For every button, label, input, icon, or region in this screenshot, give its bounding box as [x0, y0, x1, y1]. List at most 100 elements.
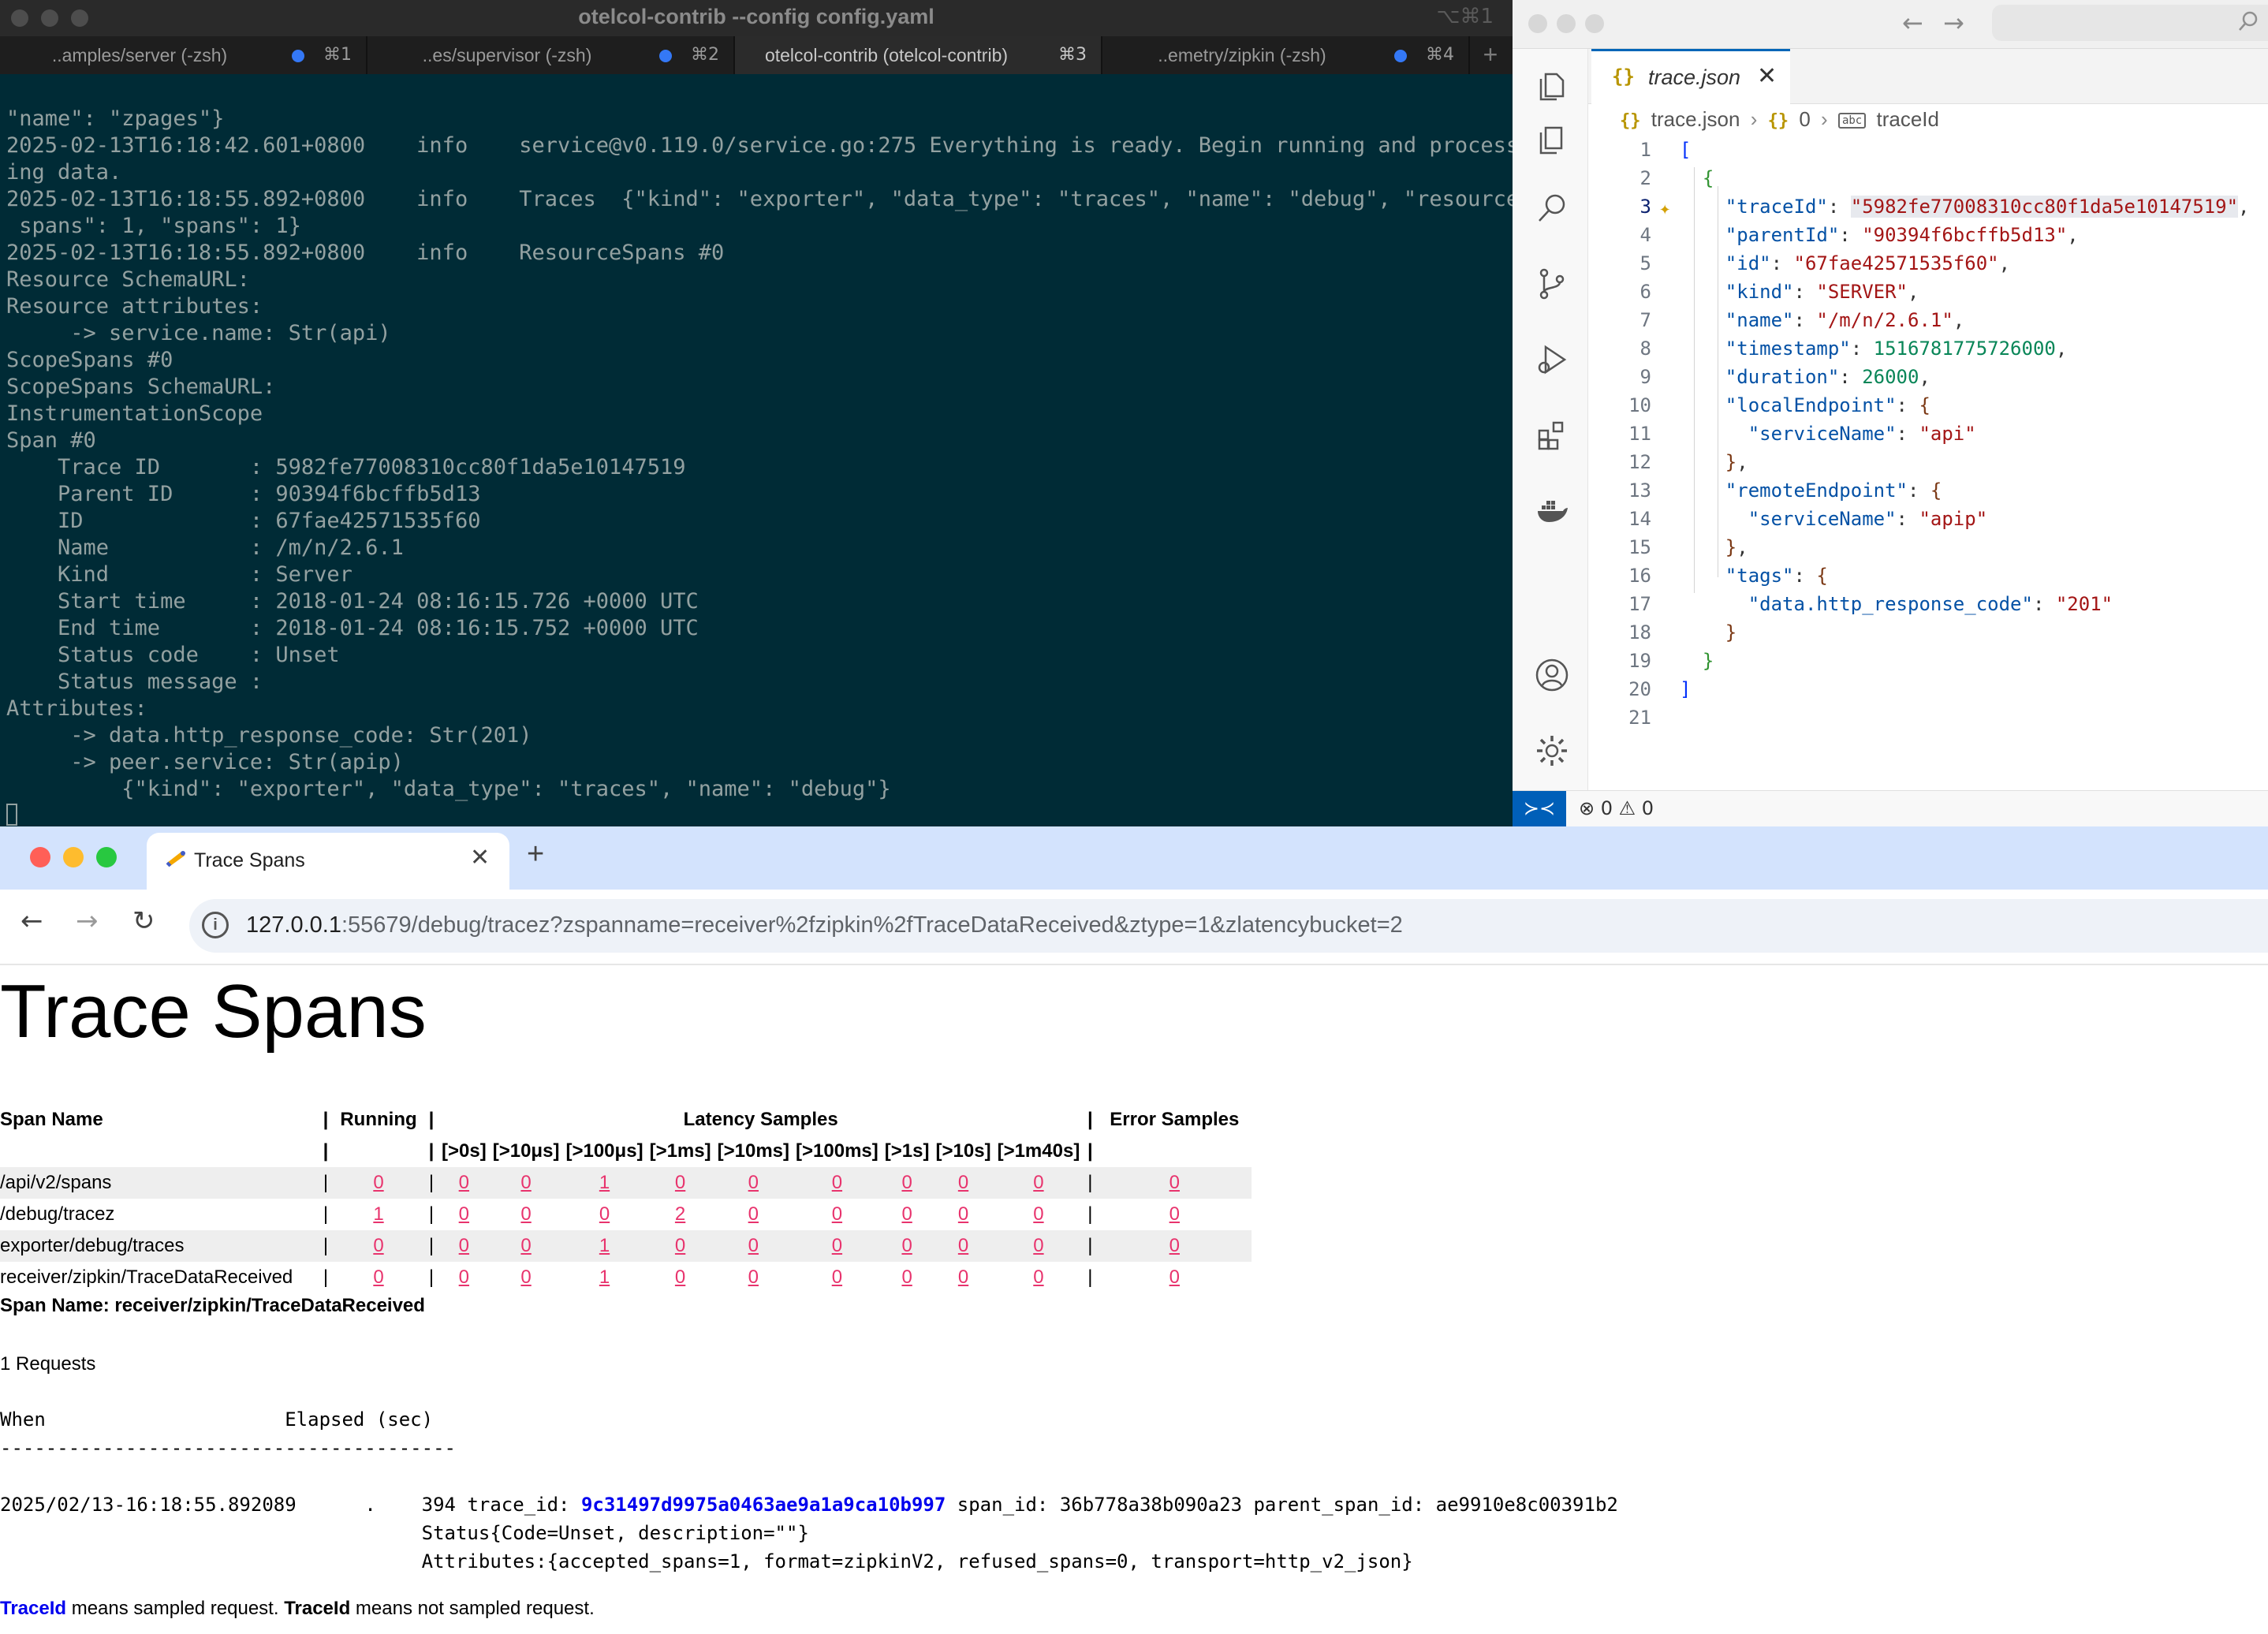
- extensions-icon[interactable]: [1535, 418, 1569, 453]
- latency-count-link[interactable]: 0: [748, 1203, 759, 1225]
- latency-count-link[interactable]: 0: [520, 1267, 531, 1288]
- terminal-tab-2[interactable]: ..es/supervisor (-zsh) ⌘2: [367, 36, 735, 74]
- span-name-cell: exporter/debug/traces: [0, 1230, 319, 1262]
- gear-icon[interactable]: [1535, 733, 1569, 768]
- editor-tab-bar: {} trace.json ✕: [1588, 49, 2268, 104]
- latency-count-link[interactable]: 1: [599, 1172, 610, 1193]
- latency-count-link[interactable]: 1: [599, 1235, 610, 1256]
- latency-count-link[interactable]: 0: [832, 1235, 842, 1256]
- latency-count-link[interactable]: 0: [459, 1203, 469, 1225]
- latency-count-link[interactable]: 0: [958, 1203, 968, 1225]
- col-elapsed: Elapsed (sec): [285, 1408, 434, 1431]
- latency-count-link[interactable]: 0: [832, 1267, 842, 1288]
- zoom-window-button[interactable]: [96, 847, 117, 867]
- zoom-window-button[interactable]: [1585, 14, 1604, 33]
- account-icon[interactable]: [1535, 658, 1569, 692]
- browser-window[interactable]: Trace Spans ✕ + ← → ↻ i 127.0.0.1:55679/…: [0, 826, 2268, 1634]
- breadcrumb-file[interactable]: trace.json: [1651, 107, 1740, 131]
- latency-count-link[interactable]: 0: [520, 1235, 531, 1256]
- latency-count-link[interactable]: 1: [599, 1267, 610, 1288]
- code-editor[interactable]: 1 [ 2 { 3 ✦ "traceId": "5982fe77008310cc80…: [1588, 139, 2268, 790]
- editor-tab-trace-json[interactable]: {} trace.json ✕: [1591, 49, 1790, 104]
- latency-count-link[interactable]: 0: [459, 1267, 469, 1288]
- reload-icon[interactable]: ↻: [132, 905, 155, 937]
- problems-indicator[interactable]: ⊗ 0 ⚠ 0: [1579, 797, 1654, 819]
- latency-count-link[interactable]: 0: [901, 1203, 912, 1225]
- latency-count-link[interactable]: 0: [599, 1203, 610, 1225]
- line-number: 15: [1628, 536, 1651, 558]
- latency-count-link[interactable]: 0: [1033, 1172, 1043, 1193]
- back-arrow-icon[interactable]: ←: [1902, 8, 1923, 38]
- docker-icon[interactable]: [1535, 494, 1569, 528]
- new-tab-plus-icon[interactable]: +: [527, 838, 544, 871]
- latency-count-link[interactable]: 0: [958, 1172, 968, 1193]
- error-count-link[interactable]: 0: [1169, 1172, 1180, 1193]
- source-control-icon[interactable]: [1535, 267, 1569, 301]
- latency-count-link[interactable]: 0: [748, 1267, 759, 1288]
- latency-count-link[interactable]: 0: [675, 1267, 685, 1288]
- close-window-button[interactable]: [1528, 14, 1547, 33]
- terminal-line: Parent ID : 90394f6bcffb5d13: [6, 482, 481, 506]
- copy-files-icon[interactable]: [1535, 123, 1569, 158]
- latency-count-link[interactable]: 0: [675, 1172, 685, 1193]
- latency-count-link[interactable]: 0: [748, 1172, 759, 1193]
- latency-count-link[interactable]: 0: [1033, 1203, 1043, 1225]
- latency-count-link[interactable]: 2: [675, 1203, 685, 1225]
- terminal-tab-3[interactable]: otelcol-contrib (otelcol-contrib) ⌘3: [735, 36, 1102, 74]
- error-count-link[interactable]: 0: [1169, 1203, 1180, 1225]
- site-info-icon[interactable]: i: [202, 912, 229, 938]
- running-count-link[interactable]: 0: [373, 1267, 383, 1288]
- new-tab-plus-icon[interactable]: +: [1470, 36, 1511, 74]
- terminal-tab-label: otelcol-contrib (otelcol-contrib): [764, 45, 1009, 65]
- terminal-window[interactable]: otelcol-contrib --config config.yaml ⌥⌘1…: [0, 0, 1513, 826]
- browser-tab-trace-spans[interactable]: Trace Spans ✕: [147, 833, 509, 890]
- copilot-sparkle-icon[interactable]: ✦: [1659, 197, 1670, 219]
- error-count-link[interactable]: 0: [1169, 1235, 1180, 1256]
- running-count-link[interactable]: 0: [373, 1172, 383, 1193]
- latency-count-link[interactable]: 0: [832, 1203, 842, 1225]
- terminal-tab-4[interactable]: ..emetry/zipkin (-zsh) ⌘4: [1102, 36, 1470, 74]
- close-window-button[interactable]: [30, 847, 50, 867]
- latency-count-link[interactable]: 0: [901, 1235, 912, 1256]
- running-count-link[interactable]: 0: [373, 1235, 383, 1256]
- run-debug-icon[interactable]: [1535, 342, 1569, 377]
- line-number: 20: [1628, 678, 1651, 700]
- running-count-link[interactable]: 1: [373, 1203, 383, 1225]
- search-icon[interactable]: [1535, 191, 1569, 226]
- terminal-tab-1[interactable]: ..amples/server (-zsh) ⌘1: [0, 36, 367, 74]
- code-line: "serviceName": "api": [1748, 423, 1976, 445]
- latency-count-link[interactable]: 0: [901, 1172, 912, 1193]
- back-arrow-icon[interactable]: ←: [21, 905, 43, 937]
- error-count-link[interactable]: 0: [1169, 1267, 1180, 1288]
- remote-indicator-icon[interactable]: ≻≺: [1513, 791, 1566, 826]
- vscode-window[interactable]: ← → {} trace.json ✕ {} trace.json › {} 0…: [1513, 0, 2268, 826]
- line-number: 6: [1639, 281, 1651, 303]
- header-span-name: Span Name: [0, 1109, 103, 1130]
- latency-count-link[interactable]: 0: [901, 1267, 912, 1288]
- latency-count-link[interactable]: 0: [459, 1235, 469, 1256]
- latency-count-link[interactable]: 0: [1033, 1235, 1043, 1256]
- sampling-legend: TraceId means sampled request. TraceId m…: [0, 1598, 595, 1619]
- command-center-search[interactable]: [1992, 5, 2268, 41]
- terminal-output[interactable]: "name": "zpages"} 2025-02-13T16:18:42.601…: [6, 106, 1513, 826]
- minimize-window-button[interactable]: [1557, 14, 1576, 33]
- latency-count-link[interactable]: 0: [520, 1172, 531, 1193]
- latency-count-link[interactable]: 0: [958, 1235, 968, 1256]
- forward-arrow-icon[interactable]: →: [1943, 8, 1964, 38]
- latency-count-link[interactable]: 0: [958, 1267, 968, 1288]
- latency-count-link[interactable]: 0: [832, 1172, 842, 1193]
- explorer-files-icon[interactable]: [1535, 69, 1569, 104]
- forward-arrow-icon[interactable]: →: [76, 905, 99, 937]
- minimize-window-button[interactable]: [63, 847, 84, 867]
- close-icon[interactable]: ✕: [470, 844, 490, 871]
- breadcrumb-key[interactable]: traceId: [1876, 107, 1939, 131]
- breadcrumb-index[interactable]: 0: [1799, 107, 1810, 131]
- latency-count-link[interactable]: 0: [748, 1235, 759, 1256]
- breadcrumb[interactable]: {} trace.json › {} 0 › abc traceId: [1620, 107, 1944, 139]
- close-icon[interactable]: ✕: [1757, 62, 1777, 90]
- latency-count-link[interactable]: 0: [520, 1203, 531, 1225]
- latency-count-link[interactable]: 0: [459, 1172, 469, 1193]
- address-bar[interactable]: i 127.0.0.1:55679/debug/tracez?zspanname…: [189, 899, 2268, 953]
- latency-count-link[interactable]: 0: [1033, 1267, 1043, 1288]
- latency-count-link[interactable]: 0: [675, 1235, 685, 1256]
